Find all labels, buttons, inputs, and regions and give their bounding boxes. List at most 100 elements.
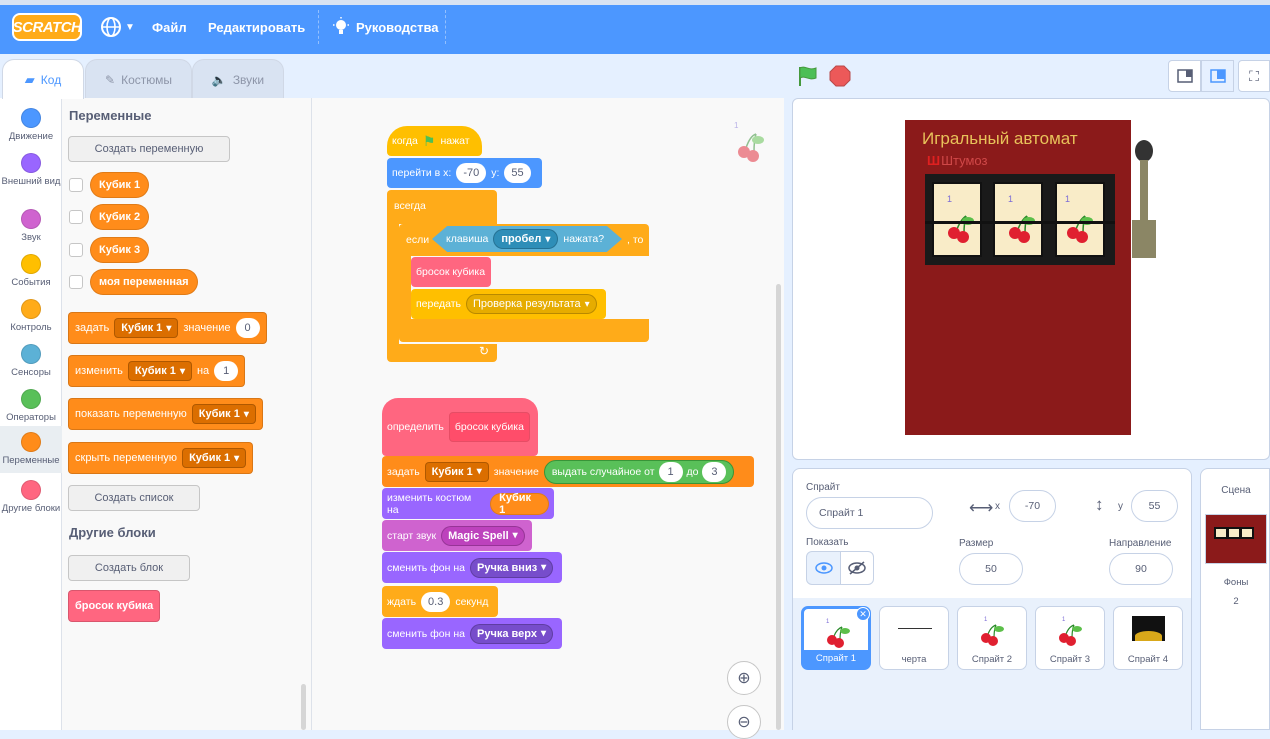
- go-to-xy-block[interactable]: перейти в x: -70 y: 55: [387, 158, 542, 188]
- sprite-name: черта: [901, 654, 927, 665]
- category-events[interactable]: События: [0, 248, 62, 293]
- value-input[interactable]: 0: [235, 318, 260, 338]
- sprite-thumb[interactable]: Спрайт 4: [1113, 606, 1183, 670]
- variable-dropdown[interactable]: Кубик 1: [424, 461, 489, 482]
- zoom-in-button[interactable]: ⊕: [727, 661, 761, 695]
- key-pressed-block[interactable]: клавиша пробел нажата?: [432, 226, 622, 252]
- variable-reporter[interactable]: моя переменная: [90, 269, 198, 295]
- category-operators[interactable]: Операторы: [0, 383, 62, 428]
- set-variable-block[interactable]: задать Кубик 1 значение 0: [68, 312, 267, 344]
- scratch-logo[interactable]: SCRATCH: [12, 13, 82, 41]
- author-logo-icon: Ш: [927, 153, 941, 168]
- random-to-input[interactable]: 3: [702, 461, 727, 482]
- direction-input[interactable]: 90: [1109, 553, 1173, 585]
- variable-checkbox[interactable]: [69, 210, 83, 224]
- script-area[interactable]: когда ⚑ нажат перейти в x: -70 y: 55 все…: [312, 98, 784, 739]
- when-flag-clicked-block[interactable]: когда ⚑ нажат: [387, 126, 482, 156]
- define-block[interactable]: определить бросок кубика: [382, 398, 538, 456]
- create-list-button[interactable]: Создать список: [68, 485, 200, 511]
- wait-block[interactable]: ждать 0.3 секунд: [382, 586, 498, 617]
- key-dropdown[interactable]: пробел: [493, 229, 559, 249]
- variable-reporter[interactable]: Кубик 2: [90, 204, 150, 230]
- tab-costumes[interactable]: ✎ Костюмы: [85, 59, 192, 99]
- category-motion[interactable]: Движение: [0, 102, 62, 147]
- sprite-name-input[interactable]: Спрайт 1: [806, 497, 933, 529]
- tab-sounds[interactable]: 🔈 Звуки: [192, 59, 284, 99]
- category-looks[interactable]: Внешний вид: [0, 147, 62, 192]
- block-palette: Переменные Создать переменную Кубик 1 Ку…: [62, 98, 312, 730]
- tab-code[interactable]: ▰ Код: [2, 59, 84, 99]
- category-sensing[interactable]: Сенсоры: [0, 338, 62, 383]
- variable-checkbox[interactable]: [69, 275, 83, 289]
- variable-reporter[interactable]: Кубик 1: [90, 172, 150, 198]
- palette-scrollbar[interactable]: [301, 684, 306, 730]
- y-input[interactable]: 55: [504, 163, 531, 183]
- backdrops-label: Фоны: [1223, 577, 1249, 588]
- backdrop-dropdown[interactable]: Ручка вниз: [470, 557, 554, 578]
- stop-button[interactable]: [829, 65, 851, 87]
- x-input[interactable]: -70: [1009, 490, 1056, 522]
- large-stage-button[interactable]: [1201, 60, 1234, 92]
- create-variable-button[interactable]: Создать переменную: [68, 136, 230, 162]
- start-sound-block[interactable]: старт звук Magic Spell: [382, 520, 532, 551]
- category-my-blocks[interactable]: Другие блоки: [0, 474, 62, 519]
- pick-random-block[interactable]: выдать случайное от 1 до 3: [543, 459, 735, 484]
- menu-file[interactable]: Файл: [152, 14, 187, 40]
- switch-backdrop-block[interactable]: сменить фон на Ручка верх: [382, 618, 562, 649]
- sprite-name: Спрайт 2: [971, 654, 1013, 665]
- change-variable-block[interactable]: изменить Кубик 1 на 1: [68, 355, 246, 387]
- script-scrollbar[interactable]: [776, 284, 781, 730]
- category-control[interactable]: Контроль: [0, 293, 62, 338]
- variable-dropdown[interactable]: Кубик 1: [127, 361, 192, 381]
- menu-tutorials[interactable]: Руководства: [332, 14, 439, 40]
- green-flag-button[interactable]: [796, 64, 820, 88]
- backdrop-thumbnail[interactable]: [1205, 514, 1267, 564]
- hide-variable-block[interactable]: скрыть переменную Кубик 1: [68, 442, 254, 474]
- wait-input[interactable]: 0.3: [421, 591, 451, 612]
- variable-checkbox[interactable]: [69, 178, 83, 192]
- sprite-thumb[interactable]: черта: [879, 606, 949, 670]
- variable-reporter[interactable]: Кубик 1: [490, 492, 549, 516]
- random-from-input[interactable]: 1: [658, 461, 683, 482]
- backdrop-dropdown[interactable]: Ручка верх: [470, 623, 553, 644]
- sprite-thumb[interactable]: 1 Спрайт 2: [957, 606, 1027, 670]
- language-menu[interactable]: ▼: [100, 14, 135, 40]
- broadcast-block[interactable]: передать Проверка результата: [411, 289, 606, 319]
- create-block-button[interactable]: Создать блок: [68, 555, 190, 581]
- cherry-icon: 1: [1059, 617, 1082, 646]
- sprite-thumb[interactable]: ✕ 1 Спрайт 1: [801, 606, 871, 670]
- switch-costume-block[interactable]: изменить костюм на Кубик 1: [382, 488, 554, 519]
- switch-backdrop-block[interactable]: сменить фон на Ручка вниз: [382, 552, 562, 583]
- delete-sprite-button[interactable]: ✕: [856, 607, 870, 621]
- call-custom-block[interactable]: бросок кубика: [411, 257, 491, 287]
- category-variables[interactable]: Переменные: [0, 426, 62, 473]
- menu-edit[interactable]: Редактировать: [208, 14, 305, 40]
- variable-reporter[interactable]: Кубик 3: [90, 237, 150, 263]
- variable-dropdown[interactable]: Кубик 1: [191, 404, 256, 424]
- sound-dropdown[interactable]: Magic Spell: [441, 525, 525, 546]
- small-stage-icon: [1176, 69, 1193, 83]
- x-input[interactable]: -70: [456, 163, 487, 183]
- custom-block[interactable]: бросок кубика: [68, 590, 161, 622]
- sensing-dot: [21, 344, 41, 364]
- message-dropdown[interactable]: Проверка результата: [466, 294, 597, 314]
- sprite-thumb[interactable]: 1 Спрайт 3: [1035, 606, 1105, 670]
- category-sound[interactable]: Звук: [0, 203, 62, 248]
- variable-dropdown[interactable]: Кубик 1: [114, 318, 179, 338]
- small-stage-button[interactable]: [1168, 60, 1201, 92]
- stage-author: Ш Штумоз: [927, 153, 987, 168]
- zoom-out-button[interactable]: ⊖: [727, 705, 761, 739]
- show-hidden-button[interactable]: [840, 551, 874, 585]
- variable-checkbox[interactable]: [69, 243, 83, 257]
- y-input[interactable]: 55: [1131, 490, 1178, 522]
- show-visible-button[interactable]: [806, 551, 841, 585]
- fullscreen-button[interactable]: ⛶: [1238, 60, 1270, 92]
- value-input[interactable]: 1: [214, 361, 239, 381]
- set-variable-block[interactable]: задать Кубик 1 значение выдать случайное…: [382, 456, 754, 487]
- stage-selector[interactable]: Сцена Фоны 2: [1200, 468, 1270, 730]
- sprite-list: ✕ 1 Спрайт 1 черта 1 Спрайт 2 1 Спрайт 3…: [793, 598, 1191, 730]
- show-variable-block[interactable]: показать переменную Кубик 1: [68, 398, 263, 430]
- size-input[interactable]: 50: [959, 553, 1023, 585]
- lever-knob: [1135, 140, 1153, 162]
- variable-dropdown[interactable]: Кубик 1: [182, 448, 247, 468]
